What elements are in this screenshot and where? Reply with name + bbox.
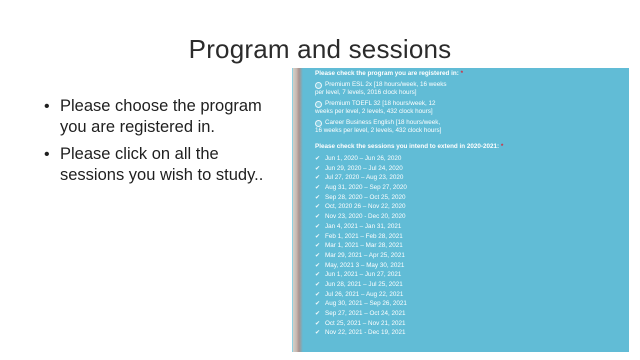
bullet-item: • Please click on all the sessions you w… — [44, 144, 284, 186]
program-option[interactable]: Premium TOEFL 32 [18 hours/week, 12 week… — [315, 100, 623, 116]
session-label: Feb 1, 2021 – Feb 28, 2021 — [325, 232, 403, 240]
sessions-question: Please check the sessions you intend to … — [315, 143, 623, 151]
session-option[interactable]: ✔ Oct 25, 2021 – Nov 21, 2021 — [315, 320, 623, 330]
bullet-text: Please choose the program you are regist… — [60, 97, 262, 136]
radio-icon[interactable] — [315, 101, 322, 108]
session-option[interactable]: ✔ Jun 28, 2021 – Jul 25, 2021 — [315, 281, 623, 291]
session-label: Jun 28, 2021 – Jul 25, 2021 — [325, 280, 403, 288]
checkmark-icon[interactable]: ✔ — [315, 320, 320, 328]
bullet-list: • Please choose the program you are regi… — [44, 96, 284, 192]
checkmark-icon[interactable]: ✔ — [315, 310, 320, 318]
session-label: Mar 1, 2021 – Mar 28, 2021 — [325, 242, 403, 250]
bullet-dot-icon: • — [44, 146, 50, 163]
session-option[interactable]: ✔ Oct, 2020 26 – Nov 22, 2020 — [315, 203, 623, 213]
session-label: Nov 22, 2021 - Dec 19, 2021 — [325, 329, 406, 337]
session-label: Aug 31, 2020 – Sep 27, 2020 — [325, 184, 407, 192]
panel-edge-decoration — [293, 68, 303, 352]
slide-title: Program and sessions — [188, 34, 452, 64]
program-option-line1: Career Business English [18 hours/week, — [325, 119, 441, 126]
session-label: Sep 28, 2020 – Oct 25, 2020 — [325, 193, 406, 201]
program-option[interactable]: Career Business English [18 hours/week, … — [315, 119, 623, 135]
required-mark: * — [460, 70, 464, 77]
session-label: Mar 29, 2021 – Apr 25, 2021 — [325, 251, 405, 259]
checkmark-icon[interactable]: ✔ — [315, 165, 320, 173]
session-label: Jul 27, 2020 – Aug 23, 2020 — [325, 174, 404, 182]
program-option-line2: weeks per level, 2 levels, 432 clock hou… — [315, 108, 433, 115]
checkmark-icon[interactable]: ✔ — [315, 184, 320, 192]
bullet-item: • Please choose the program you are regi… — [44, 96, 284, 138]
program-option-line1: Premium TOEFL 32 [18 hours/week, 12 — [325, 100, 436, 107]
session-option[interactable]: ✔ Jun 1, 2021 – Jun 27, 2021 — [315, 271, 623, 281]
bullet-dot-icon: • — [44, 98, 50, 115]
session-option[interactable]: ✔ Mar 1, 2021 – Mar 28, 2021 — [315, 242, 623, 252]
checkmark-icon[interactable]: ✔ — [315, 262, 320, 270]
checkmark-icon[interactable]: ✔ — [315, 213, 320, 221]
required-mark: * — [500, 143, 504, 150]
session-option[interactable]: ✔ Aug 31, 2020 – Sep 27, 2020 — [315, 184, 623, 194]
registration-form: Please check the program you are registe… — [315, 68, 623, 339]
checkmark-icon[interactable]: ✔ — [315, 233, 320, 241]
program-option-line1: Premium ESL 2x [18 hours/week, 16 weeks — [325, 81, 447, 88]
session-checkbox-list: ✔ Jun 1, 2020 – Jun 26, 2020 ✔ Jun 29, 2020… — [315, 155, 623, 339]
bullet-text: Please click on all the sessions you wis… — [60, 145, 264, 184]
checkmark-icon[interactable]: ✔ — [315, 329, 320, 337]
session-option[interactable]: ✔ Jul 27, 2020 – Aug 23, 2020 — [315, 174, 623, 184]
session-option[interactable]: ✔ Sep 28, 2020 – Oct 25, 2020 — [315, 194, 623, 204]
checkmark-icon[interactable]: ✔ — [315, 242, 320, 250]
session-label: Sep 27, 2021 – Oct 24, 2021 — [325, 310, 406, 317]
program-option-line2: per level, 7 levels, 2016 clock hours] — [315, 89, 417, 96]
checkmark-icon[interactable]: ✔ — [315, 281, 320, 289]
session-option[interactable]: ✔ Feb 1, 2021 – Feb 28, 2021 — [315, 233, 623, 243]
session-label: Jun 1, 2020 – Jun 26, 2020 — [325, 155, 402, 162]
radio-icon[interactable] — [315, 120, 322, 127]
checkmark-icon[interactable]: ✔ — [315, 155, 320, 163]
checkmark-icon[interactable]: ✔ — [315, 174, 320, 182]
program-question-text: Please check the program you are registe… — [315, 70, 459, 77]
session-option[interactable]: ✔ Jun 1, 2020 – Jun 26, 2020 — [315, 155, 623, 165]
checkmark-icon[interactable]: ✔ — [315, 271, 320, 279]
program-question: Please check the program you are registe… — [315, 70, 623, 78]
radio-icon[interactable] — [315, 82, 322, 89]
checkmark-icon[interactable]: ✔ — [315, 252, 320, 260]
session-option[interactable]: ✔ Nov 22, 2021 - Dec 19, 2021 — [315, 329, 623, 339]
session-label: Jan 4, 2021 – Jan 31, 2021 — [325, 222, 402, 230]
checkmark-icon[interactable]: ✔ — [315, 194, 320, 202]
form-screenshot-panel: Please check the program you are registe… — [292, 68, 629, 352]
session-option[interactable]: ✔ Jun 29, 2020 – Jul 24, 2020 — [315, 165, 623, 175]
session-option[interactable]: ✔ Mar 29, 2021 – Apr 25, 2021 — [315, 252, 623, 262]
checkmark-icon[interactable]: ✔ — [315, 291, 320, 299]
session-option[interactable]: ✔ Nov 23, 2020 - Dec 20, 2020 — [315, 213, 623, 223]
session-option[interactable]: ✔ Sep 27, 2021 – Oct 24, 2021 — [315, 310, 623, 320]
session-label: Oct, 2020 26 – Nov 22, 2020 — [325, 203, 406, 211]
session-label: Nov 23, 2020 - Dec 20, 2020 — [325, 213, 406, 221]
program-option-line2: 16 weeks per level, 2 levels, 432 clock … — [315, 127, 442, 134]
checkmark-icon[interactable]: ✔ — [315, 203, 320, 211]
session-option[interactable]: ✔ Aug 30, 2021 – Sep 26, 2021 — [315, 300, 623, 310]
session-label: Jun 1, 2021 – Jun 27, 2021 — [325, 271, 402, 279]
session-option[interactable]: ✔ May, 2021 3 – May 30, 2021 — [315, 262, 623, 272]
session-option[interactable]: ✔ Jan 4, 2021 – Jan 31, 2021 — [315, 223, 623, 233]
session-label: Aug 30, 2021 – Sep 26, 2021 — [325, 300, 407, 308]
checkmark-icon[interactable]: ✔ — [315, 300, 320, 308]
session-option[interactable]: ✔ Jul 26, 2021 – Aug 22, 2021 — [315, 291, 623, 301]
checkmark-icon[interactable]: ✔ — [315, 223, 320, 231]
session-label: Jul 26, 2021 – Aug 22, 2021 — [325, 290, 404, 298]
session-label: Jun 29, 2020 – Jul 24, 2020 — [325, 164, 403, 172]
session-label: Oct 25, 2021 – Nov 21, 2021 — [325, 319, 406, 327]
program-option[interactable]: Premium ESL 2x [18 hours/week, 16 weeks … — [315, 81, 623, 97]
session-label: May, 2021 3 – May 30, 2021 — [325, 261, 405, 269]
sessions-question-text: Please check the sessions you intend to … — [315, 143, 500, 150]
